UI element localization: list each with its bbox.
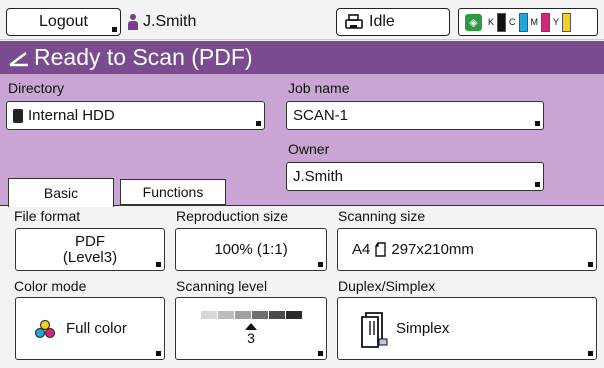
duplex-value: Simplex bbox=[396, 320, 450, 337]
scanning-level-segment bbox=[200, 311, 217, 319]
hdd-icon bbox=[13, 108, 23, 123]
toner-c-label: C bbox=[509, 17, 516, 27]
reproduction-size-button[interactable]: 100% (1:1) bbox=[175, 228, 327, 271]
scanning-level-value: 3 bbox=[247, 330, 255, 346]
status-bar: Logout J.Smith Idle ◈ K C M Y bbox=[0, 0, 604, 40]
scanning-level-segment bbox=[251, 311, 268, 319]
page-title-bar: Ready to Scan (PDF) bbox=[0, 41, 604, 74]
reproduction-size-value: 100% (1:1) bbox=[214, 241, 288, 258]
scanning-level-segment bbox=[217, 311, 234, 319]
scanning-size-label: Scanning size bbox=[338, 208, 426, 224]
color-mode-value: Full color bbox=[66, 320, 127, 337]
scan-edge-icon bbox=[9, 51, 28, 66]
logout-button[interactable]: Logout bbox=[6, 8, 121, 36]
job-name-label: Job name bbox=[288, 80, 350, 96]
job-name-value: SCAN-1 bbox=[293, 107, 349, 124]
toner-k-bar bbox=[497, 12, 507, 32]
scanning-size-dims: 297x210mm bbox=[391, 241, 474, 258]
toner-k-label: K bbox=[488, 17, 495, 27]
paper-orientation-icon bbox=[375, 242, 387, 257]
scanning-size-button[interactable]: A4 297x210mm bbox=[337, 228, 597, 271]
directory-value: Internal HDD bbox=[28, 107, 115, 124]
directory-label: Directory bbox=[8, 80, 65, 96]
color-mode-label: Color mode bbox=[14, 278, 87, 294]
reproduction-size-label: Reproduction size bbox=[176, 208, 289, 224]
file-format-subvalue: (Level3) bbox=[62, 248, 118, 266]
toner-y-bar bbox=[562, 12, 572, 32]
current-user: J.Smith bbox=[128, 13, 196, 31]
scanning-level-segment bbox=[268, 311, 285, 319]
tab-basic-label: Basic bbox=[43, 185, 79, 201]
file-format-button[interactable]: PDF (Level3) bbox=[15, 228, 165, 271]
user-name: J.Smith bbox=[143, 13, 197, 30]
tab-functions-label: Functions bbox=[142, 184, 204, 200]
directory-field[interactable]: Internal HDD bbox=[6, 101, 265, 130]
file-format-value: PDF bbox=[75, 232, 105, 250]
duplex-label: Duplex/Simplex bbox=[338, 278, 436, 294]
scanning-level-button[interactable]: 3 bbox=[175, 297, 327, 360]
user-icon bbox=[128, 14, 138, 30]
device-status-button[interactable]: Idle bbox=[336, 8, 450, 36]
scanning-size-paper: A4 bbox=[352, 241, 371, 258]
toner-levels[interactable]: ◈ K C M Y bbox=[458, 8, 598, 36]
scanning-level-label: Scanning level bbox=[176, 278, 268, 294]
toner-y-label: Y bbox=[553, 17, 560, 27]
page-title: Ready to Scan (PDF) bbox=[34, 44, 253, 70]
basic-settings: File format PDF (Level3) Reproduction si… bbox=[0, 205, 604, 368]
color-mode-button[interactable]: Full color bbox=[15, 297, 165, 360]
job-settings-panel: Directory Internal HDD Job name SCAN-1 O… bbox=[0, 74, 604, 207]
scan-screen: Logout J.Smith Idle ◈ K C M Y Ready to S… bbox=[0, 0, 604, 368]
full-color-icon bbox=[34, 319, 56, 338]
simplex-icon bbox=[361, 311, 388, 348]
job-name-field[interactable]: SCAN-1 bbox=[286, 101, 544, 130]
toner-m-label: M bbox=[530, 17, 539, 27]
scanning-level-segment bbox=[234, 311, 251, 319]
printer-status-icon bbox=[345, 14, 363, 29]
duplex-simplex-button[interactable]: Simplex bbox=[337, 297, 597, 360]
file-format-label: File format bbox=[14, 208, 81, 224]
level-pointer-icon bbox=[245, 323, 257, 330]
tab-basic[interactable]: Basic bbox=[8, 178, 114, 207]
device-status-label: Idle bbox=[369, 13, 395, 30]
owner-field[interactable]: J.Smith bbox=[286, 162, 544, 191]
scanning-level-segment bbox=[285, 311, 302, 319]
owner-value: J.Smith bbox=[293, 168, 344, 185]
tab-functions[interactable]: Functions bbox=[120, 179, 226, 205]
toner-m-bar bbox=[541, 12, 551, 32]
logout-label: Logout bbox=[39, 13, 88, 30]
toner-c-bar bbox=[518, 12, 528, 32]
scanning-level-scale bbox=[200, 311, 302, 319]
leaf-icon: ◈ bbox=[465, 13, 482, 31]
owner-label: Owner bbox=[288, 141, 330, 157]
